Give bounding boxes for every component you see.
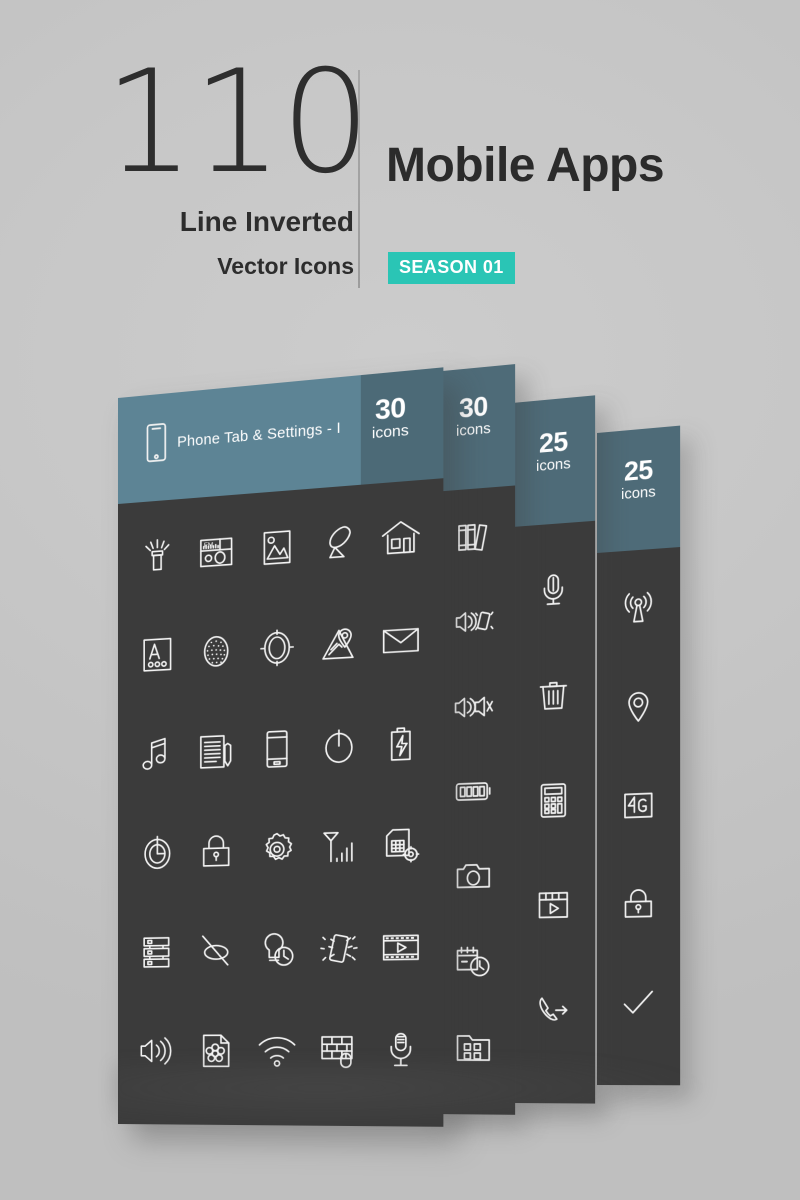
server-database-icon[interactable] bbox=[128, 902, 187, 1002]
outgoing-call-icon[interactable] bbox=[512, 957, 595, 1063]
font-keyboard-icon[interactable] bbox=[128, 604, 187, 706]
trash-delete-icon[interactable] bbox=[512, 641, 595, 750]
page-title: Mobile Apps bbox=[386, 139, 665, 192]
fm-radio-icon[interactable]: FM bbox=[187, 500, 247, 604]
compass-lens-icon[interactable] bbox=[247, 596, 308, 700]
email-envelope-icon[interactable] bbox=[370, 588, 433, 694]
card-3-icon-grid bbox=[512, 521, 595, 1104]
battery-charging-icon[interactable] bbox=[370, 691, 433, 796]
card-4-header: 25 icons bbox=[597, 425, 681, 553]
smartphone-icon bbox=[145, 422, 167, 464]
map-location-icon[interactable] bbox=[308, 592, 370, 697]
calendar-clock-icon[interactable] bbox=[432, 918, 515, 1004]
style-subtitle-line2: Vector Icons bbox=[217, 253, 354, 279]
card-2-count: 30 icons bbox=[456, 390, 491, 440]
header-divider bbox=[358, 70, 360, 288]
icon-card-stack: 25 icons 25 icons 30 icons Phone Tab & S… bbox=[0, 330, 800, 1160]
gallery-image-icon[interactable] bbox=[247, 495, 308, 600]
clock-timer-icon[interactable] bbox=[128, 802, 187, 903]
bulb-timer-icon[interactable] bbox=[247, 899, 308, 1001]
icon-card-2[interactable]: 30 icons bbox=[432, 364, 516, 1115]
card-4-icon-grid bbox=[597, 547, 680, 1085]
icon-card-4[interactable]: 25 icons bbox=[597, 425, 681, 1086]
status-badge: SEASON 01 bbox=[388, 252, 515, 284]
checkmark-icon[interactable] bbox=[597, 952, 680, 1051]
card-3-header: 25 icons bbox=[512, 395, 596, 527]
card-2-header: 30 icons bbox=[432, 364, 516, 492]
sim-card-settings-icon[interactable] bbox=[370, 793, 433, 897]
home-icon[interactable] bbox=[370, 485, 433, 592]
microphone-icon[interactable] bbox=[512, 535, 595, 645]
smartphone-icon[interactable] bbox=[247, 697, 308, 800]
card-4-count: 25 icons bbox=[621, 454, 656, 504]
settings-gear-icon[interactable] bbox=[247, 798, 308, 900]
icon-count-number: 110 bbox=[104, 40, 371, 205]
music-note-icon[interactable] bbox=[128, 703, 187, 804]
card-1-count: 30 icons bbox=[371, 391, 409, 443]
promo-header: 110 Line Inverted Vector Icons Mobile Ap… bbox=[0, 52, 800, 298]
battery-full-icon[interactable] bbox=[432, 747, 515, 835]
power-button-icon[interactable] bbox=[308, 694, 370, 798]
padlock-icon[interactable] bbox=[597, 853, 680, 953]
style-subtitle-line1: Line Inverted bbox=[179, 206, 354, 237]
notepad-pencil-icon[interactable] bbox=[187, 700, 247, 802]
broadcast-antenna-icon[interactable] bbox=[597, 557, 680, 660]
sync-off-icon[interactable] bbox=[187, 900, 247, 1001]
icon-card-3[interactable]: 25 icons bbox=[512, 395, 596, 1104]
card-2-icon-grid bbox=[432, 485, 515, 1114]
padlock-icon[interactable] bbox=[187, 800, 247, 901]
sound-mute-icon[interactable] bbox=[432, 662, 515, 751]
calculator-icon[interactable] bbox=[512, 746, 595, 854]
network-4g-icon[interactable] bbox=[597, 755, 680, 856]
satellite-dish-icon[interactable] bbox=[308, 490, 370, 596]
books-library-icon[interactable] bbox=[432, 492, 515, 583]
video-film-icon[interactable] bbox=[370, 896, 433, 999]
icon-card-1[interactable]: Phone Tab & Settings - I 30 icons FM bbox=[118, 367, 444, 1127]
camera-icon[interactable] bbox=[432, 833, 515, 920]
card-3-count: 25 icons bbox=[536, 426, 571, 476]
signal-antenna-icon[interactable] bbox=[308, 796, 370, 899]
fingerprint-icon[interactable] bbox=[187, 600, 247, 703]
flashlight-icon[interactable] bbox=[128, 505, 187, 608]
stack-floor-shadow bbox=[110, 1060, 710, 1130]
sound-vibrate-icon[interactable] bbox=[432, 577, 515, 667]
location-pin-icon[interactable] bbox=[597, 656, 680, 758]
media-player-icon[interactable] bbox=[512, 852, 595, 959]
vibrate-phone-icon[interactable] bbox=[308, 898, 370, 1000]
card-1-icon-grid: FM bbox=[118, 478, 443, 1127]
